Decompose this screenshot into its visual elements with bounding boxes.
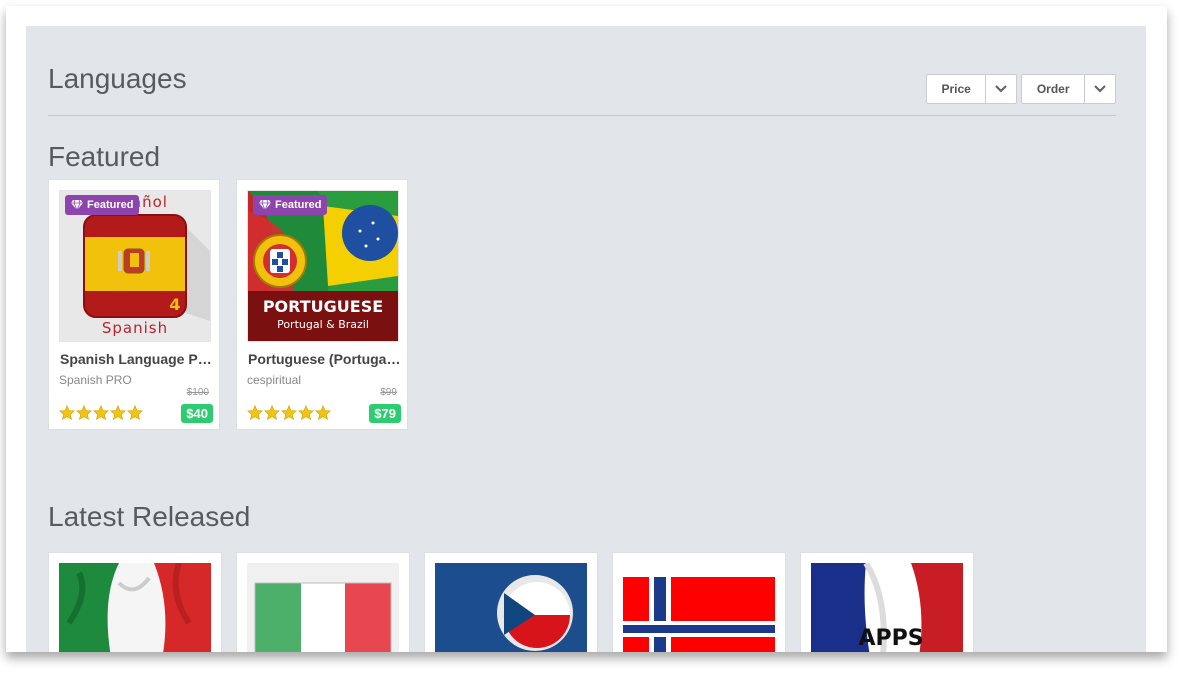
svg-text:PORTUGUESE: PORTUGUESE	[263, 297, 383, 316]
italy-waving-flag-icon	[59, 563, 211, 652]
price-dropdown[interactable]: Price	[926, 74, 1017, 104]
featured-badge: Featured	[253, 195, 328, 215]
page-frame: Languages Price Order Featured Español	[6, 6, 1167, 652]
star-icon	[127, 405, 143, 420]
star-icon	[264, 405, 280, 420]
product-price[interactable]: $40	[181, 404, 213, 423]
italy-flag-icon	[247, 563, 399, 652]
price-dropdown-label: Price	[927, 75, 987, 103]
chevron-down-icon[interactable]	[986, 75, 1016, 103]
product-title[interactable]: Portuguese (Portugal & Brazil)	[248, 351, 401, 367]
featured-section-title: Featured	[48, 141, 161, 172]
latest-card-norwegian[interactable]	[612, 552, 786, 652]
product-thumbnail[interactable]	[435, 563, 587, 652]
product-thumbnail[interactable]: APPS	[811, 563, 963, 652]
star-icon	[76, 405, 92, 420]
product-thumbnail[interactable]: Español 4 Spanish Featured	[59, 190, 211, 342]
content-panel: Languages Price Order Featured Español	[26, 26, 1146, 652]
star-icon	[93, 405, 109, 420]
product-thumbnail[interactable]	[59, 563, 211, 652]
star-rating	[59, 405, 143, 420]
featured-badge-label: Featured	[87, 199, 134, 211]
product-thumbnail[interactable]: PORTUGUESE Portugal & Brazil Featured	[247, 190, 399, 342]
featured-badge: Featured	[65, 195, 140, 215]
star-icon	[281, 405, 297, 420]
product-title[interactable]: Spanish Language Pack	[60, 351, 213, 367]
product-author[interactable]: Spanish PRO	[59, 373, 132, 387]
product-card-spanish[interactable]: Español 4 Spanish Featured Spanish Langu…	[48, 179, 220, 430]
product-author[interactable]: cespiritual	[247, 373, 301, 387]
norway-flag-icon	[623, 563, 775, 652]
latest-card-french[interactable]: APPS	[800, 552, 974, 652]
latest-section-title: Latest Released	[48, 501, 251, 532]
svg-text:4: 4	[169, 295, 180, 314]
chevron-down-icon[interactable]	[1085, 75, 1115, 103]
star-icon	[247, 405, 263, 420]
svg-text:Portugal & Brazil: Portugal & Brazil	[277, 318, 369, 331]
diamond-icon	[71, 200, 83, 210]
latest-card-italian-flag[interactable]	[236, 552, 410, 652]
latest-card-czech[interactable]	[424, 552, 598, 652]
product-thumbnail[interactable]	[623, 563, 775, 652]
star-rating	[247, 405, 331, 420]
header-divider	[48, 115, 1116, 116]
czech-flag-icon	[435, 563, 587, 652]
france-flag-icon: APPS	[811, 563, 963, 652]
product-old-price: $99	[380, 387, 397, 398]
product-old-price: $100	[186, 387, 209, 398]
order-dropdown-label: Order	[1022, 75, 1086, 103]
product-card-portuguese[interactable]: PORTUGUESE Portugal & Brazil Featured Po…	[236, 179, 408, 430]
product-thumbnail[interactable]	[247, 563, 399, 652]
star-icon	[110, 405, 126, 420]
star-icon	[315, 405, 331, 420]
page-title: Languages	[48, 63, 187, 94]
diamond-icon	[259, 200, 271, 210]
svg-text:APPS: APPS	[858, 626, 923, 651]
order-dropdown[interactable]: Order	[1021, 74, 1116, 104]
product-price[interactable]: $79	[369, 404, 401, 423]
latest-card-italian[interactable]	[48, 552, 222, 652]
svg-text:Spanish: Spanish	[102, 319, 168, 337]
star-icon	[59, 405, 75, 420]
featured-badge-label: Featured	[275, 199, 322, 211]
star-icon	[298, 405, 314, 420]
